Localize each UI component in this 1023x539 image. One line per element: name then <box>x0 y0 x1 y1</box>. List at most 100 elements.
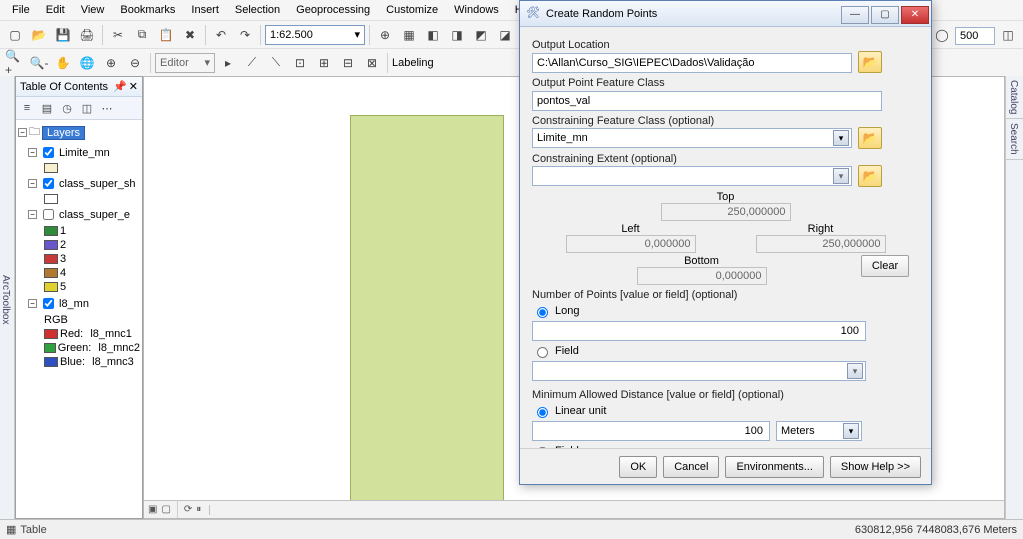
num-points-long-radio[interactable] <box>537 307 548 318</box>
collapse-icon[interactable]: − <box>28 148 37 157</box>
list-by-visibility-icon[interactable]: ◷ <box>58 99 76 117</box>
cancel-button[interactable]: Cancel <box>663 456 719 478</box>
num-points-field-radio[interactable] <box>537 347 548 358</box>
menu-file[interactable]: File <box>4 2 38 18</box>
output-location-input[interactable]: C:\Allan\Curso_SIG\IEPEC\Dados\Validação <box>532 53 852 73</box>
minimize-button[interactable]: — <box>841 6 869 24</box>
layer-class-super-sh[interactable]: class_super_sh <box>59 178 135 190</box>
tool-btn-3[interactable]: ◨ <box>446 24 468 46</box>
list-by-selection-icon[interactable]: ◫ <box>78 99 96 117</box>
list-by-source-icon[interactable]: ▤ <box>38 99 56 117</box>
chevron-down-icon[interactable]: ▾ <box>843 423 859 439</box>
num-points-field-dropdown[interactable]: ▾ <box>532 361 866 381</box>
layer-checkbox[interactable] <box>43 298 54 309</box>
undo-icon[interactable]: ↶ <box>210 24 232 46</box>
menu-edit[interactable]: Edit <box>38 2 73 18</box>
close-icon[interactable]: ✕ <box>129 80 138 93</box>
menu-geoprocessing[interactable]: Geoprocessing <box>288 2 378 18</box>
edit-tool-4[interactable]: ⊡ <box>289 52 311 74</box>
pan-icon[interactable]: ✋ <box>52 52 74 74</box>
editor-dropdown[interactable]: Editor ▾ <box>155 53 215 73</box>
menu-view[interactable]: View <box>73 2 113 18</box>
open-icon[interactable]: 📂 <box>28 24 50 46</box>
print-icon[interactable]: 🖨 <box>76 24 98 46</box>
list-by-drawing-order-icon[interactable]: ≡ <box>18 99 36 117</box>
zoom-in-icon[interactable]: 🔍+ <box>4 52 26 74</box>
layers-root[interactable]: Layers <box>42 126 85 140</box>
environments-button[interactable]: Environments... <box>725 456 823 478</box>
edit-tool-7[interactable]: ⊠ <box>361 52 383 74</box>
save-icon[interactable]: 💾 <box>52 24 74 46</box>
clear-extent-button[interactable]: Clear <box>861 255 909 277</box>
chevron-down-icon[interactable]: ▾ <box>847 363 863 379</box>
data-view-icon[interactable]: ▣ <box>148 504 157 515</box>
constraining-extent-dropdown[interactable]: ▾ <box>532 166 852 186</box>
catalog-tab[interactable]: Catalog <box>1006 76 1023 119</box>
browse-extent-icon[interactable]: 📂 <box>858 165 882 187</box>
layer-checkbox[interactable] <box>43 178 54 189</box>
menu-insert[interactable]: Insert <box>183 2 227 18</box>
edit-tool-6[interactable]: ⊟ <box>337 52 359 74</box>
extent-top-input[interactable]: 250,000000 <box>661 203 791 221</box>
layer-limite-mn[interactable]: Limite_mn <box>59 147 110 159</box>
menu-selection[interactable]: Selection <box>227 2 288 18</box>
delete-icon[interactable]: ✖ <box>179 24 201 46</box>
layer-l8-mn[interactable]: l8_mn <box>59 298 89 310</box>
extent-bottom-input[interactable]: 0,000000 <box>637 267 767 285</box>
add-data-icon[interactable]: ⊕ <box>374 24 396 46</box>
search-tab[interactable]: Search <box>1006 119 1023 160</box>
right-tool-3[interactable]: ◫ <box>997 24 1019 46</box>
menu-customize[interactable]: Customize <box>378 2 446 18</box>
ok-button[interactable]: OK <box>619 456 657 478</box>
tool-btn-5[interactable]: ◪ <box>494 24 516 46</box>
cut-icon[interactable]: ✂ <box>107 24 129 46</box>
toc-options-icon[interactable]: ⋯ <box>98 99 116 117</box>
map-scale-combo[interactable]: 1:62.500 ▾ <box>265 25 365 45</box>
browse-fc-icon[interactable]: 📂 <box>858 127 882 149</box>
tool-btn-1[interactable]: ▦ <box>398 24 420 46</box>
maximize-button[interactable]: ▢ <box>871 6 899 24</box>
min-dist-linear-radio[interactable] <box>537 407 548 418</box>
collapse-icon[interactable]: − <box>28 299 37 308</box>
pin-icon[interactable]: 📌 <box>113 80 127 93</box>
chevron-down-icon[interactable]: ▾ <box>833 168 849 184</box>
output-fc-input[interactable]: pontos_val <box>532 91 882 111</box>
buffer-value-input[interactable]: 500 <box>955 27 995 45</box>
new-icon[interactable]: ▢ <box>4 24 26 46</box>
edit-tool-3[interactable]: ⟍ <box>265 52 287 74</box>
edit-tool-2[interactable]: ⟋ <box>241 52 263 74</box>
layer-checkbox[interactable] <box>43 147 54 158</box>
layer-checkbox[interactable] <box>43 209 54 220</box>
menu-bookmarks[interactable]: Bookmarks <box>112 2 183 18</box>
tool-btn-2[interactable]: ◧ <box>422 24 444 46</box>
chevron-down-icon[interactable]: ▾ <box>833 130 849 146</box>
zoom-out-icon[interactable]: 🔍- <box>28 52 50 74</box>
copy-icon[interactable]: ⧉ <box>131 24 153 46</box>
buffer-radius-icon[interactable]: ◯ <box>931 24 953 46</box>
close-button[interactable]: ✕ <box>901 6 929 24</box>
edit-tool-icon[interactable]: ▸ <box>217 52 239 74</box>
min-dist-linear-input[interactable]: 100 <box>532 421 770 441</box>
edit-tool-5[interactable]: ⊞ <box>313 52 335 74</box>
tool-btn-4[interactable]: ◩ <box>470 24 492 46</box>
extent-right-input[interactable]: 250,000000 <box>756 235 886 253</box>
dialog-titlebar[interactable]: 🛠 Create Random Points — ▢ ✕ <box>520 1 931 27</box>
layer-class-super-e[interactable]: class_super_e <box>59 209 130 221</box>
redo-icon[interactable]: ↷ <box>234 24 256 46</box>
arctoolbox-tab[interactable]: ArcToolbox <box>0 76 15 519</box>
table-label[interactable]: Table <box>20 524 46 536</box>
collapse-icon[interactable]: − <box>18 128 27 137</box>
layout-view-icon[interactable]: ▢ <box>161 504 170 515</box>
extent-left-input[interactable]: 0,000000 <box>566 235 696 253</box>
pause-icon[interactable]: ⏸ <box>196 504 201 515</box>
refresh-icon[interactable]: ⟳ <box>184 504 192 515</box>
fixed-zoom-out-icon[interactable]: ⊖ <box>124 52 146 74</box>
fixed-zoom-in-icon[interactable]: ⊕ <box>100 52 122 74</box>
table-icon[interactable]: ▦ <box>6 523 16 536</box>
constraining-fc-dropdown[interactable]: Limite_mn ▾ <box>532 128 852 148</box>
collapse-icon[interactable]: − <box>28 210 37 219</box>
menu-windows[interactable]: Windows <box>446 2 507 18</box>
min-dist-unit-dropdown[interactable]: Meters ▾ <box>776 421 862 441</box>
full-extent-icon[interactable]: 🌐 <box>76 52 98 74</box>
paste-icon[interactable]: 📋 <box>155 24 177 46</box>
